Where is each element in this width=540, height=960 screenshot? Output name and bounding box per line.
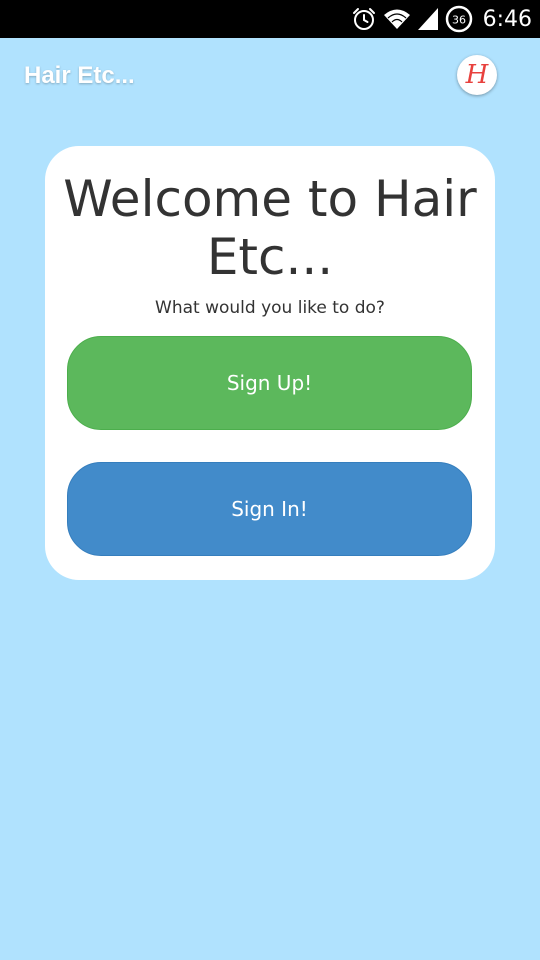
status-bar: 36 6:46 [0, 0, 540, 38]
battery-level: 36 [452, 14, 466, 27]
battery-icon: 36 [445, 5, 473, 33]
sign-in-button[interactable]: Sign In! [67, 462, 472, 556]
alarm-icon [351, 6, 377, 32]
welcome-card: Welcome to Hair Etc... What would you li… [45, 146, 495, 580]
status-icons: 36 6:46 [351, 0, 532, 38]
wifi-icon [383, 7, 411, 31]
sign-in-label: Sign In! [231, 497, 308, 521]
sign-up-label: Sign Up! [226, 371, 313, 395]
prompt-text: What would you like to do? [155, 298, 385, 318]
welcome-heading: Welcome to Hair Etc... [63, 170, 477, 286]
sign-up-button[interactable]: Sign Up! [67, 336, 472, 430]
app-logo[interactable]: H [457, 55, 497, 95]
signal-icon [417, 7, 439, 31]
status-time: 6:46 [482, 6, 532, 32]
logo-letter: H [465, 60, 489, 90]
app-title: Hair Etc... [24, 62, 135, 89]
app-bar: Hair Etc... H [0, 38, 540, 118]
